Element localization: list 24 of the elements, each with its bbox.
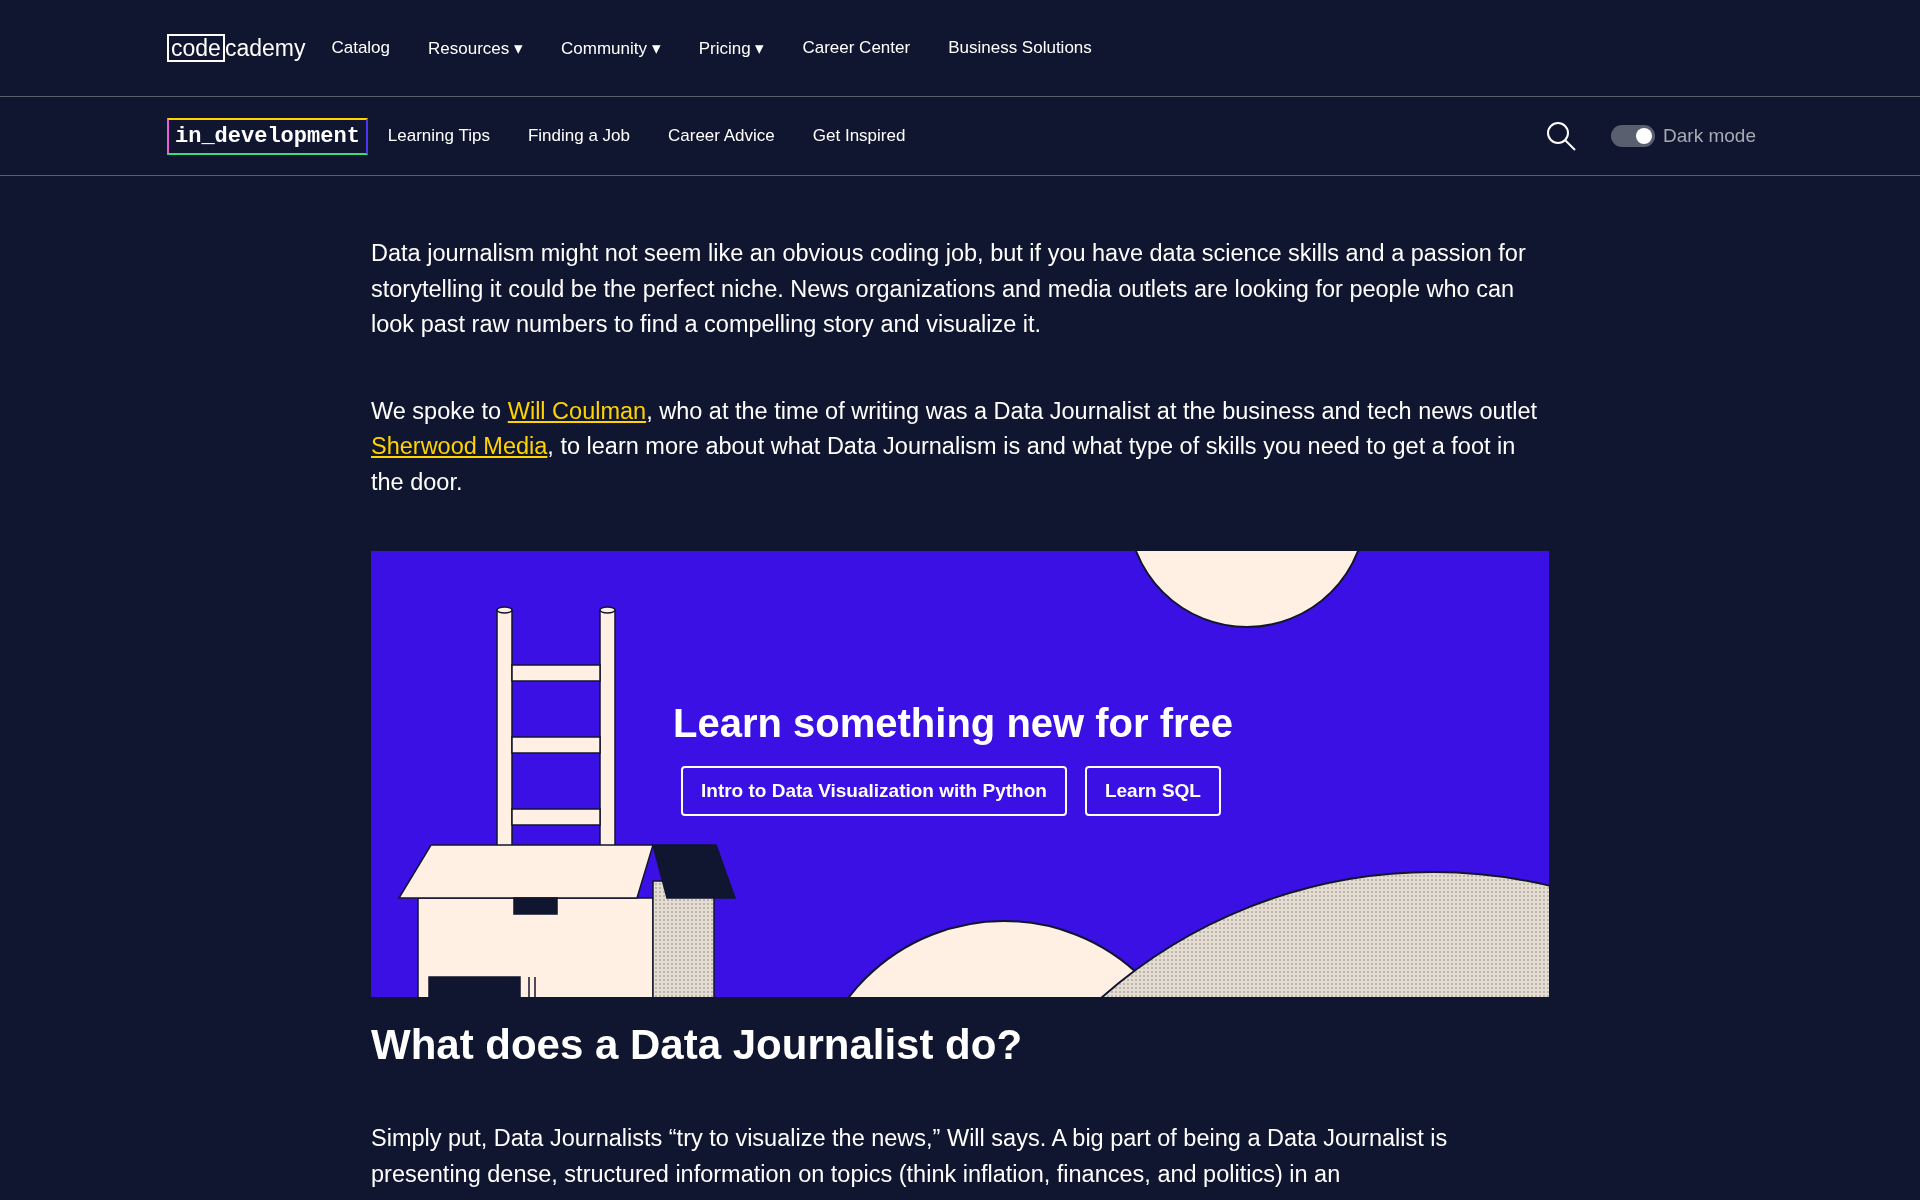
nav-link[interactable]: Finding a Job	[527, 126, 630, 146]
nav-link[interactable]: Catalog	[331, 38, 391, 58]
nav-link[interactable]: Career Advice	[668, 126, 775, 146]
course-button[interactable]: Learn SQL	[1084, 766, 1221, 816]
section-heading: What does a Data Journalist do?	[371, 1021, 1024, 1069]
blog-logo[interactable]: in_development	[167, 117, 368, 155]
toggle-label: Dark mode	[1663, 125, 1756, 147]
nav-link[interactable]: Community ▾	[561, 37, 661, 59]
paragraph: Simply put, Data Journalists “try to visualize the news,” Will says. A big part of being a Data Journalist is presenting dense, structured information on topics (think inflation, finances, and politics) in an	[371, 1124, 1449, 1189]
paragraph: We spoke to Will Coulman, who at the time of writing was a Data Journalist at the business and tech news outlet Sherwood Media, to learn more about what Data Journalism is and what type of skills you need to get a foot in the door.	[371, 396, 1539, 497]
paragraph: Data journalism might not seem like an obvious coding job, but if you have data science skills and a passion for storytelling it could be the perfect niche. News organizations and media outlets are looking for people who can look past raw numbers to find a compelling story and visualize it.	[371, 239, 1527, 339]
course-button[interactable]: Intro to Data Visualization with Python	[681, 766, 1067, 816]
codecademy-logo[interactable]: code cademy	[167, 34, 306, 62]
nav-link[interactable]: Resources ▾	[428, 37, 524, 59]
nav-link[interactable]: Learning Tips	[387, 126, 490, 146]
dark-mode-toggle[interactable]	[1611, 125, 1656, 147]
nav-link[interactable]: Career Center	[802, 38, 911, 58]
nav-link[interactable]: Pricing ▾	[698, 37, 765, 59]
nav-link[interactable]: Business Solutions	[948, 38, 1092, 58]
text-link[interactable]: Will Coulman	[507, 397, 647, 424]
banner-title: Learn something new for free	[673, 701, 1235, 746]
search-icon[interactable]	[1545, 120, 1578, 152]
text-link[interactable]: Sherwood Media	[371, 433, 548, 459]
nav-link[interactable]: Get Inspired	[812, 126, 906, 146]
